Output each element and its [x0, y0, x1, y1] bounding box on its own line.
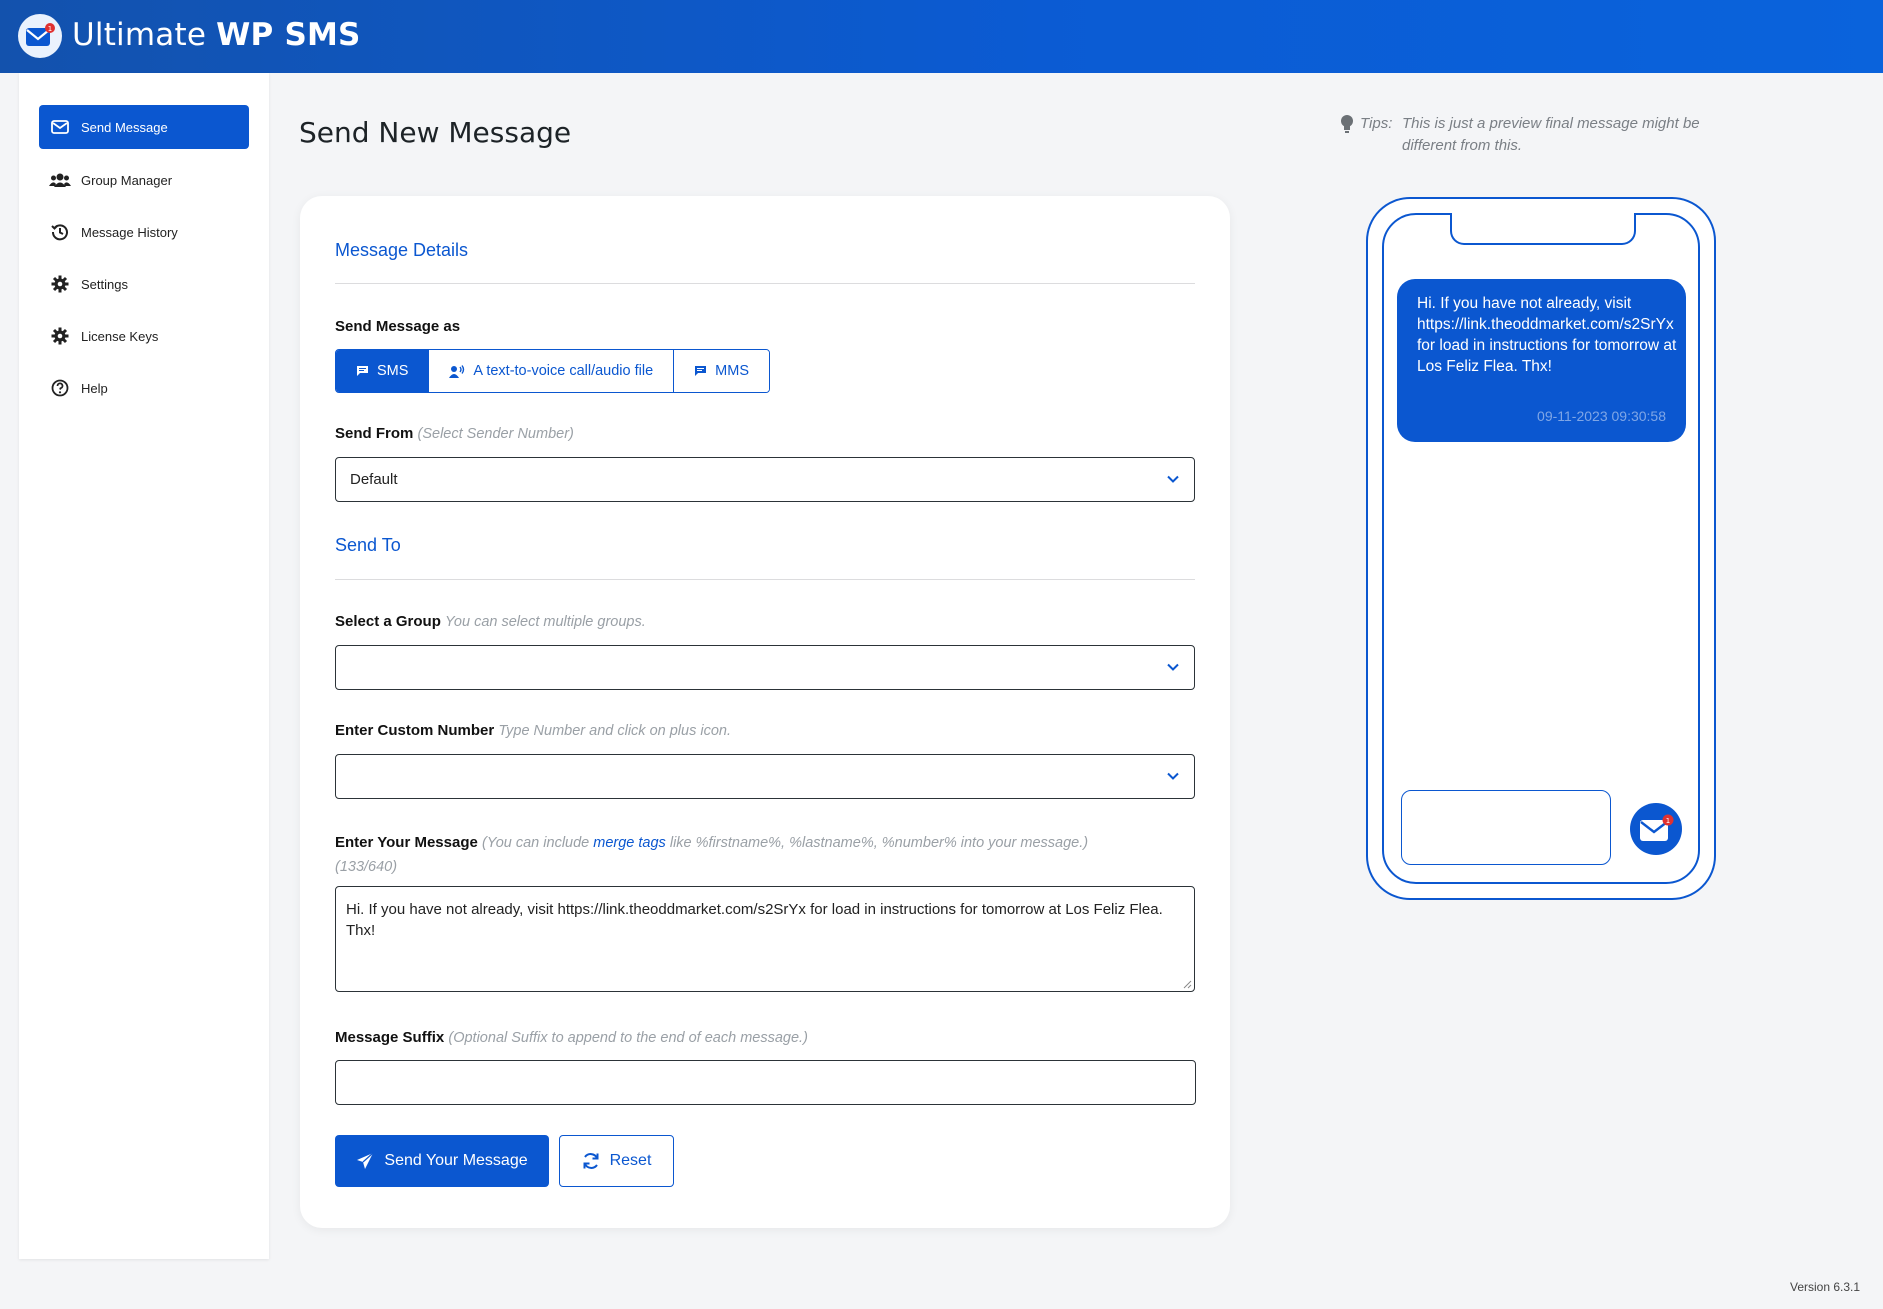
app-title: Ultimate WP SMS: [72, 17, 361, 53]
paper-plane-icon: [357, 1152, 374, 1169]
message-char-count: (133/640): [335, 859, 398, 875]
preview-compose-box: [1401, 790, 1611, 865]
gear-icon: [49, 325, 71, 347]
custom-number-hint: Type Number and click on plus icon.: [498, 723, 732, 739]
message-details-heading: Message Details: [335, 240, 469, 260]
gear-icon: [49, 273, 71, 295]
send-from-label: Send From (Select Sender Number): [335, 425, 574, 442]
send-message-label: Send Your Message: [384, 1152, 528, 1169]
chevron-down-icon: [1167, 772, 1179, 780]
divider: [335, 283, 1195, 284]
send-as-voice-button[interactable]: A text-to-voice call/audio file: [429, 350, 675, 392]
send-as-mms-label: MMS: [715, 363, 749, 379]
app-logo-icon: 1: [1630, 803, 1682, 855]
chevron-down-icon: [1167, 475, 1179, 483]
page-title: Send New Message: [299, 116, 572, 149]
send-from-select[interactable]: Default: [335, 457, 1195, 502]
sidebar-item-send-message[interactable]: Send Message: [39, 105, 249, 149]
sidebar-item-license-keys[interactable]: License Keys: [39, 314, 249, 358]
message-form-card: Message Details Send Message as SMS A te…: [300, 196, 1230, 1228]
send-as-mms-button[interactable]: MMS: [674, 350, 769, 392]
chevron-down-icon: [1167, 663, 1179, 671]
send-as-voice-label: A text-to-voice call/audio file: [473, 363, 654, 379]
chat-icon: [695, 366, 707, 376]
sidebar-item-label: Send Message: [81, 119, 168, 135]
preview-message-text: Hi. If you have not already, visit https…: [1417, 295, 1677, 375]
refresh-icon: [583, 1153, 599, 1169]
message-textarea[interactable]: Hi. If you have not already, visit https…: [335, 886, 1195, 992]
sidebar-item-group-manager[interactable]: Group Manager: [39, 158, 249, 202]
send-as-sms-label: SMS: [377, 363, 409, 379]
message-hint: (You can include merge tags like %firstn…: [482, 835, 1089, 851]
group-select[interactable]: [335, 645, 1195, 690]
sidebar-item-label: License Keys: [81, 328, 159, 344]
send-from-value: Default: [350, 471, 398, 488]
app-header: 1 Ultimate WP SMS: [0, 0, 1883, 73]
sidebar: Send Message Group Manager Message Histo…: [19, 73, 269, 1259]
custom-number-label: Enter Custom Number Type Number and clic…: [335, 722, 732, 739]
version-label: Version 6.3.1: [1790, 1280, 1861, 1294]
send-from-hint: (Select Sender Number): [417, 426, 574, 442]
sidebar-item-label: Help: [81, 380, 108, 396]
sidebar-item-label: Message History: [81, 224, 178, 240]
chat-icon: [357, 366, 368, 376]
app-logo-icon: 1: [18, 14, 62, 58]
reset-label: Reset: [609, 1152, 652, 1169]
preview-message-bubble: Hi. If you have not already, visit https…: [1397, 279, 1686, 442]
users-icon: [49, 169, 71, 191]
send-as-label: Send Message as: [335, 318, 461, 335]
envelope-icon: [49, 116, 71, 138]
phone-preview: Hi. If you have not already, visit https…: [1366, 197, 1716, 900]
sidebar-item-message-history[interactable]: Message History: [39, 210, 249, 254]
group-label: Select a Group You can select multiple g…: [335, 613, 646, 630]
tips-text: This is just a preview final message mig…: [1402, 115, 1700, 154]
suffix-hint: (Optional Suffix to append to the end of…: [448, 1030, 808, 1046]
sidebar-item-settings[interactable]: Settings: [39, 262, 249, 306]
resize-handle-icon[interactable]: [1182, 979, 1192, 989]
message-label: Enter Your Message (You can include merg…: [335, 834, 1089, 875]
send-as-sms-button[interactable]: SMS: [336, 350, 430, 392]
lightbulb-icon: [1341, 115, 1353, 133]
group-hint: You can select multiple groups.: [445, 614, 646, 630]
sidebar-item-label: Settings: [81, 276, 128, 292]
custom-number-select[interactable]: [335, 754, 1195, 799]
phone-screen: Hi. If you have not already, visit https…: [1382, 213, 1700, 884]
send-message-button[interactable]: Send Your Message: [335, 1135, 549, 1187]
suffix-label: Message Suffix (Optional Suffix to appen…: [335, 1029, 808, 1046]
history-icon: [49, 221, 71, 243]
preview-timestamp: 09-11-2023 09:30:58: [1537, 408, 1666, 424]
voice-icon: [449, 364, 465, 378]
tips-label: Tips:: [1360, 115, 1393, 132]
phone-notch: [1450, 213, 1636, 245]
merge-tags-link[interactable]: merge tags: [593, 835, 666, 851]
sidebar-item-label: Group Manager: [81, 172, 173, 188]
svg-text:1: 1: [1666, 817, 1670, 825]
send-to-heading: Send To: [335, 535, 401, 555]
message-text: Hi. If you have not already, visit https…: [346, 901, 1163, 939]
reset-button[interactable]: Reset: [559, 1135, 674, 1187]
sidebar-item-help[interactable]: Help: [39, 366, 249, 410]
divider: [335, 579, 1195, 580]
suffix-input[interactable]: [335, 1060, 1196, 1105]
send-as-segmented-control: SMS A text-to-voice call/audio file MMS: [335, 349, 770, 393]
help-icon: [49, 377, 71, 399]
svg-text:1: 1: [48, 25, 52, 33]
